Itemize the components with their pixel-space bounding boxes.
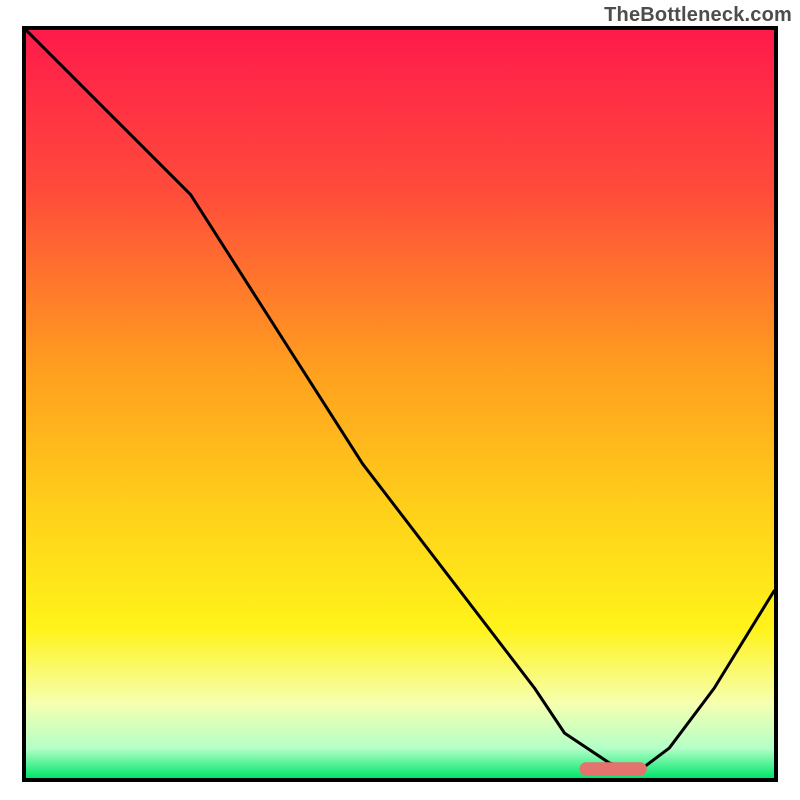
plot-svg bbox=[26, 30, 774, 778]
sweet-spot-marker bbox=[580, 762, 647, 775]
chart-stage: TheBottleneck.com bbox=[0, 0, 800, 800]
watermark-text: TheBottleneck.com bbox=[604, 4, 792, 27]
plot-frame bbox=[22, 26, 778, 782]
